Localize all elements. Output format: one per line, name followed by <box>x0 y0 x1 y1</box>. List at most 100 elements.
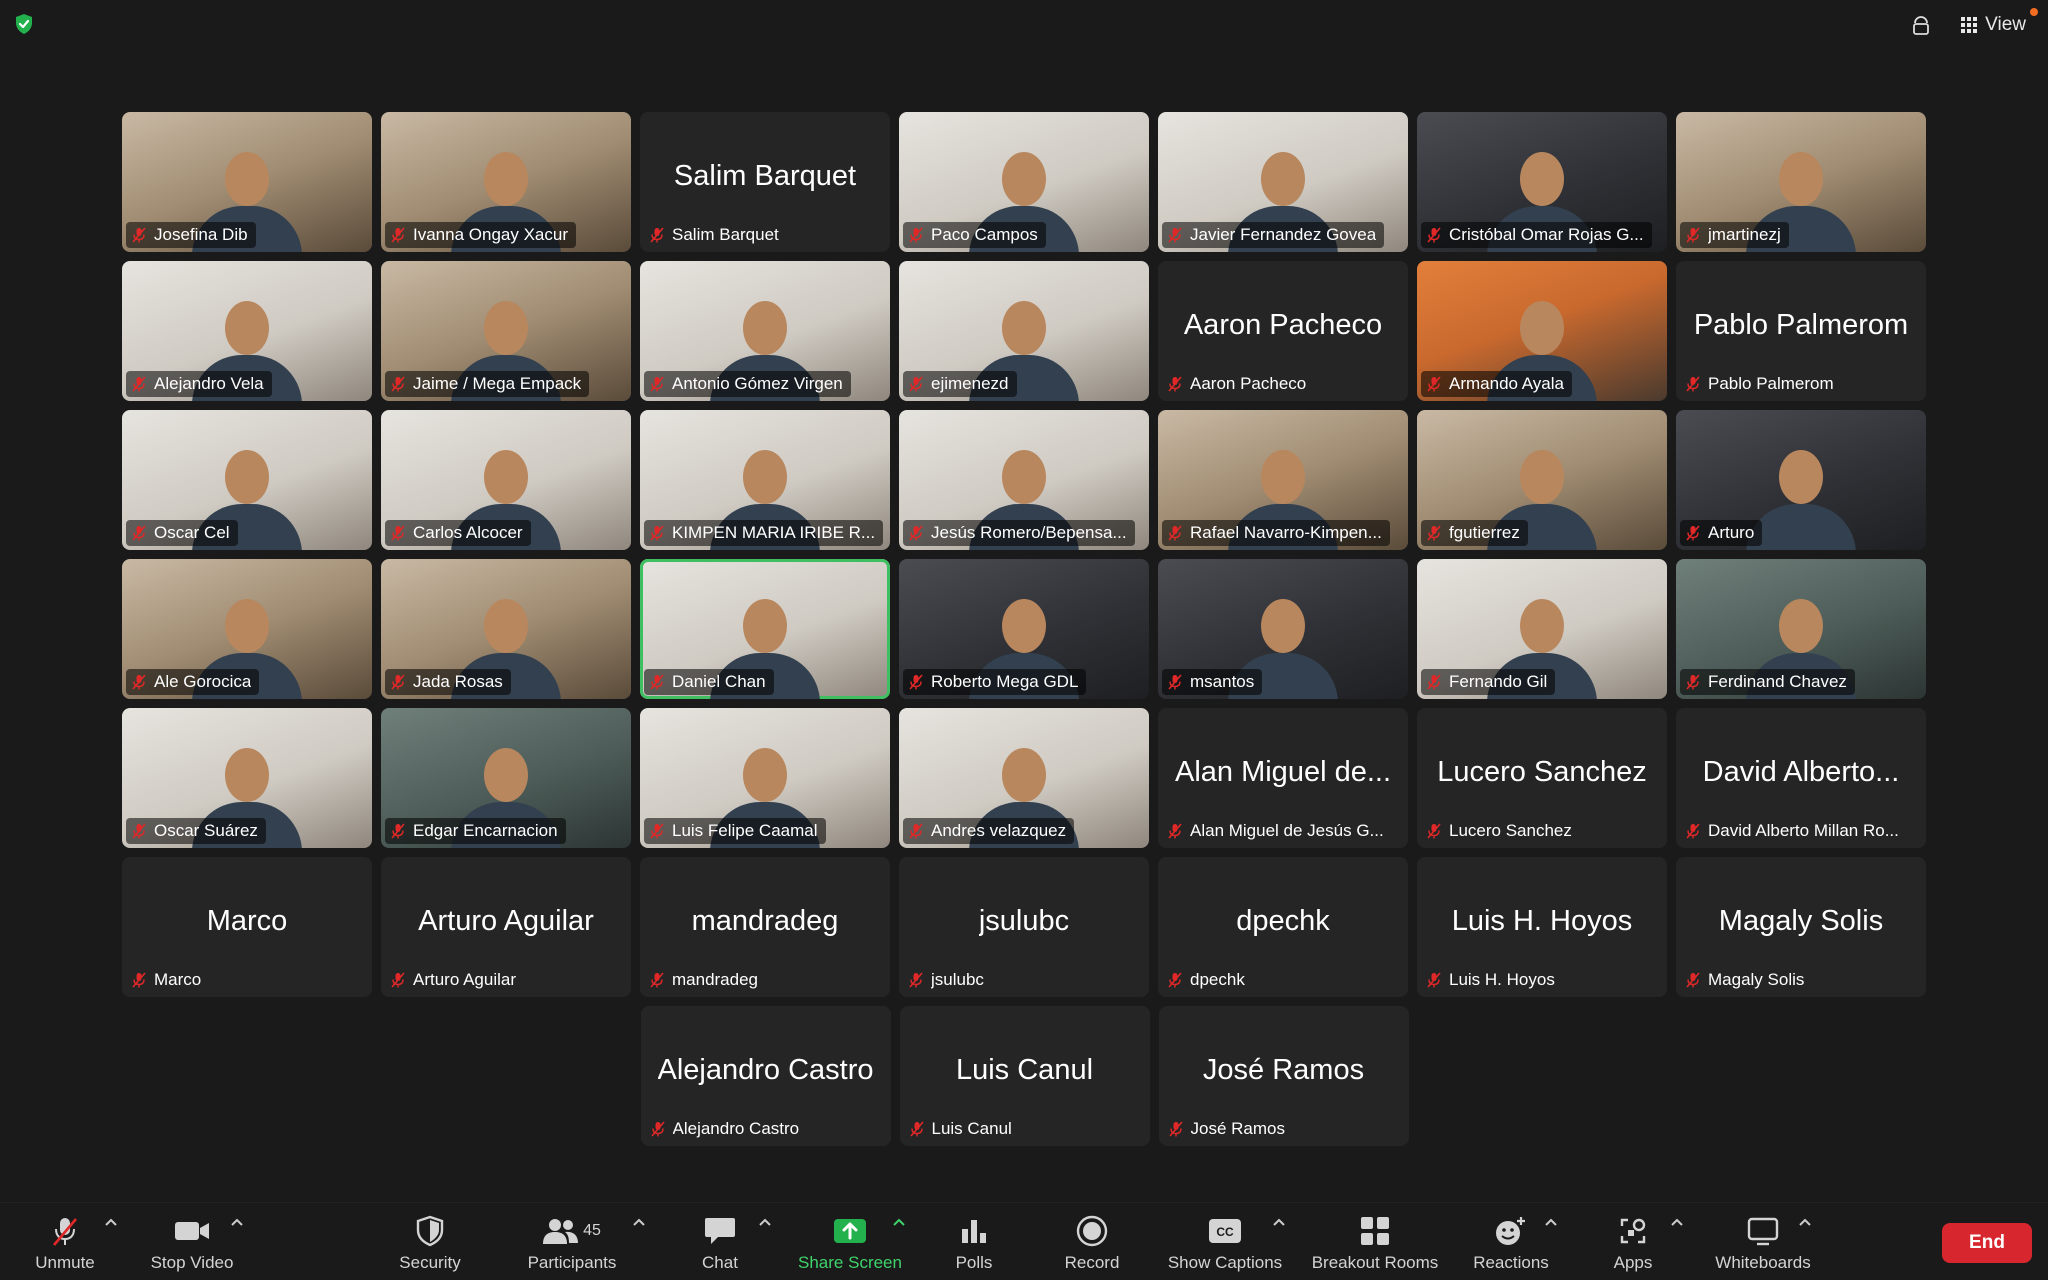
chevron-up-icon[interactable] <box>1272 1217 1286 1227</box>
record-button[interactable]: Record <box>1060 1213 1124 1277</box>
security-shield-icon <box>416 1215 444 1247</box>
participant-tile[interactable]: Luis Felipe Caamal <box>640 708 890 848</box>
participant-tile[interactable]: Lucero Sanchez Lucero Sanchez <box>1417 708 1667 848</box>
participant-tile[interactable]: Oscar Suárez <box>122 708 372 848</box>
participant-tile[interactable]: Oscar Cel <box>122 410 372 550</box>
participant-tile[interactable]: Salim Barquet Salim Barquet <box>640 112 890 252</box>
participant-tile[interactable]: dpechk dpechk <box>1158 857 1408 997</box>
participant-name: Rafael Navarro-Kimpen... <box>1190 523 1382 542</box>
shield-check-icon[interactable] <box>12 12 36 36</box>
chat-button[interactable]: Chat <box>696 1213 744 1277</box>
mic-off-icon <box>1684 524 1702 542</box>
participant-tile[interactable]: Cristóbal Omar Rojas G... <box>1417 112 1667 252</box>
participant-tile[interactable]: mandradeg mandradeg <box>640 857 890 997</box>
participant-tile[interactable]: Marco Marco <box>122 857 372 997</box>
chevron-up-icon[interactable] <box>1544 1217 1558 1227</box>
participant-tile[interactable]: Josefina Dib <box>122 112 372 252</box>
participant-tile[interactable]: Ivanna Ongay Xacur <box>381 112 631 252</box>
participant-tile[interactable]: jmartinezj <box>1676 112 1926 252</box>
participant-tile[interactable]: Paco Campos <box>899 112 1149 252</box>
participant-tile[interactable]: Arturo Aguilar Arturo Aguilar <box>381 857 631 997</box>
participant-tile[interactable]: Jesús Romero/Bepensa... <box>899 410 1149 550</box>
participant-tile[interactable]: Alejandro Castro Alejandro Castro <box>640 1006 891 1146</box>
participant-tile[interactable]: Rafael Navarro-Kimpen... <box>1158 410 1408 550</box>
participant-display-name-text: Pablo Palmerom <box>1693 308 1909 341</box>
participant-tile[interactable]: Alejandro Vela <box>122 261 372 401</box>
participant-name: Alan Miguel de Jesús G... <box>1190 821 1384 840</box>
chevron-up-icon[interactable] <box>230 1217 244 1227</box>
participant-tile[interactable]: fgutierrez <box>1417 410 1667 550</box>
security-button[interactable]: Security <box>394 1213 466 1277</box>
chevron-up-icon[interactable] <box>104 1217 118 1227</box>
participant-tile[interactable]: Magaly Solis Magaly Solis <box>1676 857 1926 997</box>
participant-tile[interactable]: Javier Fernandez Govea <box>1158 112 1408 252</box>
apps-button[interactable]: Apps <box>1606 1213 1660 1277</box>
chevron-up-icon[interactable] <box>758 1217 772 1227</box>
end-meeting-button[interactable]: End <box>1942 1223 2032 1263</box>
mic-off-icon <box>1684 375 1702 393</box>
mic-off-icon <box>907 524 925 542</box>
share-screen-button[interactable]: Share Screen <box>794 1213 906 1277</box>
participant-tile[interactable]: msantos <box>1158 559 1408 699</box>
participant-display-name-text: Marco <box>206 904 288 937</box>
participant-name-tag: Roberto Mega GDL <box>903 669 1087 695</box>
participant-tile[interactable]: Jaime / Mega Empack <box>381 261 631 401</box>
participant-tile[interactable]: KIMPEN MARIA IRIBE R... <box>640 410 890 550</box>
participant-tile[interactable]: Arturo <box>1676 410 1926 550</box>
participant-tile[interactable]: Fernando Gil <box>1417 559 1667 699</box>
chevron-up-icon[interactable] <box>1670 1217 1684 1227</box>
chat-label: Chat <box>702 1253 738 1272</box>
view-label: View <box>1985 14 2026 35</box>
participant-tile[interactable]: jsulubc jsulubc <box>899 857 1149 997</box>
participant-tile[interactable]: Daniel Chan <box>640 559 890 699</box>
participant-tile[interactable]: ejimenezd <box>899 261 1149 401</box>
mic-off-icon <box>389 226 407 244</box>
participant-tile[interactable]: José Ramos José Ramos <box>1158 1006 1409 1146</box>
unmute-button[interactable]: Unmute <box>24 1213 106 1277</box>
participant-name: Josefina Dib <box>154 225 248 244</box>
mic-off-icon <box>130 822 148 840</box>
mic-off-icon <box>130 524 148 542</box>
record-indicator-icon[interactable] <box>1905 10 1937 40</box>
participant-tile[interactable]: Jada Rosas <box>381 559 631 699</box>
mic-off-icon <box>907 822 925 840</box>
mic-off-icon <box>389 822 407 840</box>
show-captions-button[interactable]: CC Show Captions <box>1164 1213 1286 1277</box>
participant-name-tag: Jada Rosas <box>385 669 511 695</box>
participant-tile[interactable]: Antonio Gómez Virgen <box>640 261 890 401</box>
participants-button[interactable]: 45 Participants <box>520 1213 624 1277</box>
participant-name: Carlos Alcocer <box>413 523 523 542</box>
participant-tile[interactable]: Luis Canul Luis Canul <box>899 1006 1150 1146</box>
polls-button[interactable]: Polls <box>950 1213 998 1277</box>
participant-tile[interactable]: Armando Ayala <box>1417 261 1667 401</box>
participant-tile[interactable]: Ferdinand Chavez <box>1676 559 1926 699</box>
chevron-up-icon[interactable] <box>1798 1217 1812 1227</box>
participant-name-tag: Ale Gorocica <box>126 669 260 695</box>
participant-tile[interactable]: Pablo Palmerom Pablo Palmerom <box>1676 261 1926 401</box>
mic-off-icon <box>907 971 925 989</box>
participant-name: Lucero Sanchez <box>1449 821 1572 840</box>
chevron-up-icon[interactable] <box>892 1217 906 1227</box>
mic-off-icon <box>130 673 148 691</box>
participant-name: jmartinezj <box>1708 225 1781 244</box>
participant-name-tag: Luis H. Hoyos <box>1421 967 1563 993</box>
participant-display-name-text: Luis Canul <box>955 1053 1094 1086</box>
participant-tile[interactable]: Carlos Alcocer <box>381 410 631 550</box>
stop-video-button[interactable]: Stop Video <box>146 1213 238 1277</box>
participant-tile[interactable]: Aaron Pacheco Aaron Pacheco <box>1158 261 1408 401</box>
participant-tile[interactable]: Luis H. Hoyos Luis H. Hoyos <box>1417 857 1667 997</box>
mic-off-icon <box>389 375 407 393</box>
reactions-button[interactable]: Reactions <box>1470 1213 1552 1277</box>
participant-tile[interactable]: Roberto Mega GDL <box>899 559 1149 699</box>
view-button[interactable]: View <box>1951 8 2038 40</box>
participant-name: Cristóbal Omar Rojas G... <box>1449 225 1644 244</box>
participant-tile[interactable]: David Alberto... David Alberto Millan Ro.… <box>1676 708 1926 848</box>
mic-off-icon <box>1425 822 1443 840</box>
participant-tile[interactable]: Ale Gorocica <box>122 559 372 699</box>
chevron-up-icon[interactable] <box>632 1217 646 1227</box>
mic-off-icon <box>1425 524 1443 542</box>
breakout-rooms-button[interactable]: Breakout Rooms <box>1308 1213 1442 1277</box>
participant-tile[interactable]: Andres velazquez <box>899 708 1149 848</box>
participant-tile[interactable]: Alan Miguel de... Alan Miguel de Jesús G.… <box>1158 708 1408 848</box>
participant-tile[interactable]: Edgar Encarnacion <box>381 708 631 848</box>
